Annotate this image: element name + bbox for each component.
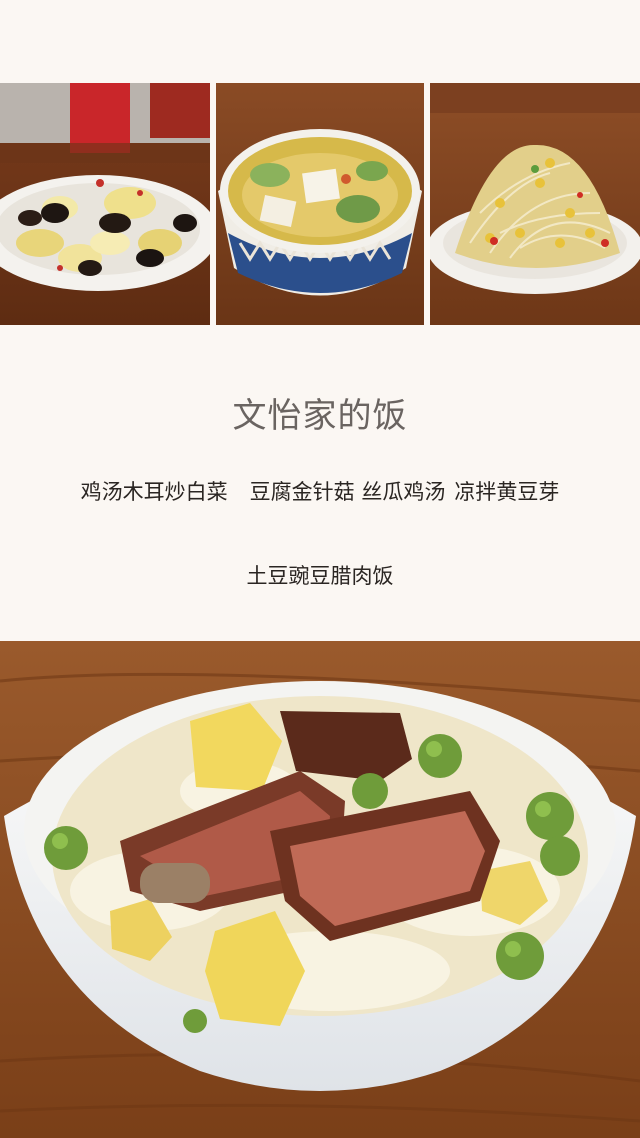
page-title: 文怡家的饭: [232, 396, 408, 436]
dish-item: 豆腐金针菇 丝瓜鸡汤: [249, 480, 446, 504]
soybean-sprouts-photo: [430, 83, 640, 325]
tofu-soup-photo: [216, 83, 424, 325]
dish-item: 鸡汤木耳炒白菜: [80, 480, 228, 504]
side-dishes-list: 鸡汤木耳炒白菜 豆腐金针菇 丝瓜鸡汤 凉拌黄豆芽: [0, 476, 640, 506]
dish-item: 凉拌黄豆芽: [454, 480, 560, 504]
main-dish-label: 土豆豌豆腊肉饭: [246, 564, 394, 588]
potato-pea-cured-pork-rice-photo: [0, 641, 640, 1138]
cabbage-wood-ear-photo: [0, 83, 210, 325]
